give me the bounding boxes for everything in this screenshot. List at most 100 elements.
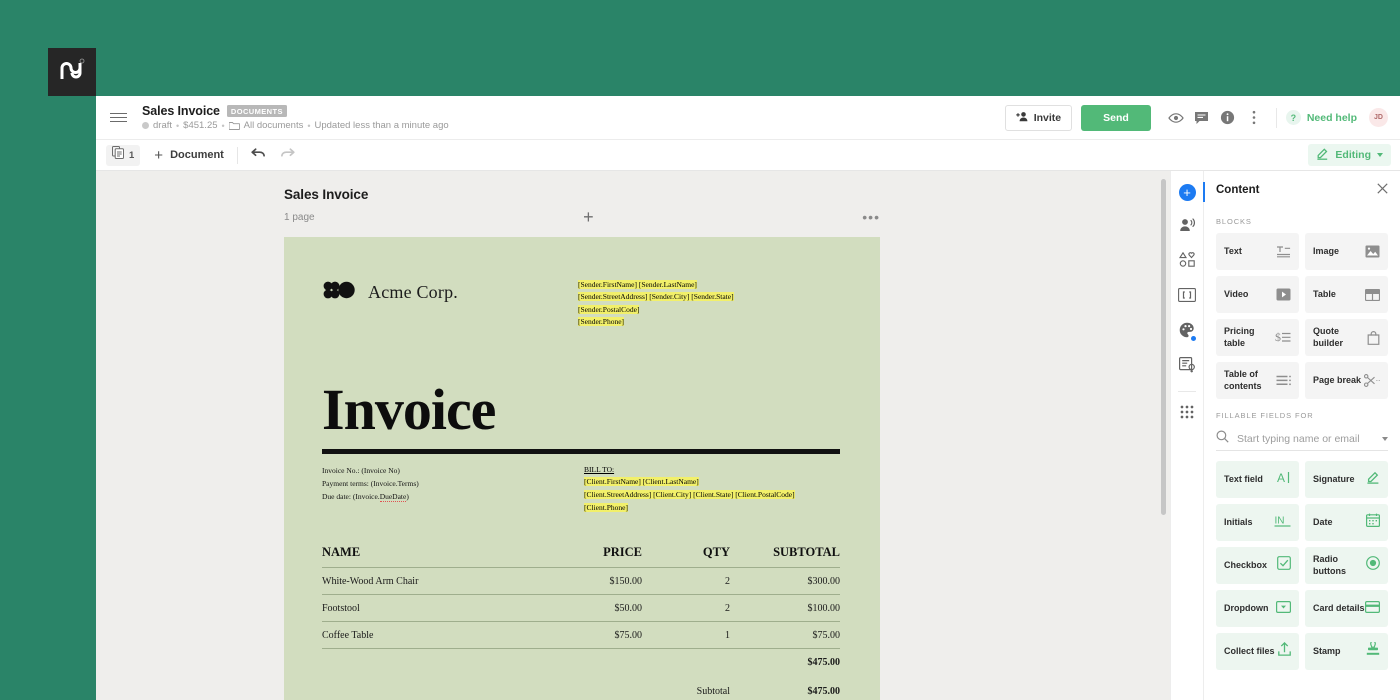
- pricing-table[interactable]: NAME PRICE QTY SUBTOTAL White-Wood Arm C…: [322, 545, 840, 700]
- canvas-add-icon[interactable]: +: [583, 208, 594, 226]
- block-pricing-table[interactable]: Pricing table $: [1216, 319, 1299, 356]
- block-table[interactable]: Table: [1305, 276, 1388, 313]
- recipients-icon: [1179, 217, 1196, 237]
- svg-text:A: A: [1277, 471, 1285, 484]
- field-radio-buttons[interactable]: Radio buttons: [1305, 547, 1388, 584]
- pages-count-value: 1: [129, 149, 135, 161]
- block-video[interactable]: Video: [1216, 276, 1299, 313]
- sidebar-item-add-block[interactable]: +: [1174, 179, 1205, 205]
- block-pricing-table-label: Pricing table: [1224, 326, 1255, 348]
- subtotal-value: $475.00: [807, 685, 841, 697]
- block-image[interactable]: Image: [1305, 233, 1388, 270]
- svg-text:$: $: [1275, 331, 1281, 344]
- sidebar-item-apps[interactable]: [1174, 401, 1200, 427]
- sidebar-item-workflow[interactable]: [1174, 354, 1200, 380]
- invoice-brand-row: Acme Corp. [Sender.FirstName] [Sender.La…: [322, 275, 840, 329]
- collect-files-icon: [1278, 641, 1291, 661]
- rail-divider: [1178, 391, 1196, 392]
- pandadoc-logo: [48, 48, 96, 96]
- initials-icon: IN: [1274, 514, 1291, 532]
- field-date[interactable]: Date: [1305, 504, 1388, 541]
- item-name: Footstool: [322, 593, 522, 621]
- sidebar-item-theme[interactable]: [1174, 319, 1200, 345]
- hamburger-menu-icon[interactable]: [96, 96, 140, 140]
- item-name: Coffee Table: [322, 620, 522, 648]
- field-checkbox[interactable]: Checkbox: [1216, 547, 1299, 584]
- editor-sidebar-rail: +: [1170, 171, 1205, 700]
- info-icon[interactable]: [1215, 105, 1241, 131]
- sidebar-item-variables[interactable]: [1174, 284, 1200, 310]
- canvas-more-icon[interactable]: •••: [862, 210, 880, 224]
- invoice-number-line: Invoice No.: (Invoice No): [322, 465, 400, 475]
- separator-dot: •: [307, 120, 311, 131]
- invite-button[interactable]: Invite: [1004, 104, 1073, 131]
- block-text-label: Text: [1224, 245, 1242, 256]
- editing-mode-dropdown[interactable]: Editing: [1308, 144, 1391, 166]
- video-block-icon: [1276, 288, 1291, 301]
- client-line: [Client.FirstName] [Client.LastName]: [584, 477, 699, 487]
- acme-logo-icon: [322, 281, 356, 304]
- company-branding: Acme Corp.: [322, 275, 458, 304]
- block-table-of-contents[interactable]: Table of contents: [1216, 362, 1299, 399]
- need-help-button[interactable]: ? Need help: [1285, 110, 1357, 125]
- field-stamp[interactable]: Stamp: [1305, 633, 1388, 670]
- bill-to-label: BILL TO:: [584, 464, 615, 474]
- stamp-icon: [1366, 640, 1380, 661]
- subtotal-label: Subtotal: [696, 685, 730, 697]
- field-text-field[interactable]: Text field A: [1216, 461, 1299, 498]
- undo-redo-group: [251, 146, 295, 164]
- doc-folder-name[interactable]: All documents: [244, 120, 304, 131]
- send-button[interactable]: Send: [1081, 104, 1151, 131]
- undo-icon[interactable]: [251, 146, 266, 164]
- field-dropdown[interactable]: Dropdown: [1216, 590, 1299, 627]
- block-video-label: Video: [1224, 288, 1249, 299]
- search-input[interactable]: [1237, 432, 1374, 445]
- active-indicator: [1203, 182, 1205, 202]
- avatar[interactable]: JD: [1369, 108, 1388, 127]
- close-icon[interactable]: [1377, 183, 1388, 196]
- invoice-page[interactable]: Acme Corp. [Sender.FirstName] [Sender.La…: [284, 237, 880, 700]
- pages-count-button[interactable]: 1: [106, 144, 141, 166]
- redo-icon[interactable]: [280, 146, 295, 164]
- table-row[interactable]: White-Wood Arm Chair $150.00 2 $300.00: [322, 566, 840, 594]
- shapes-icon: [1178, 251, 1196, 272]
- question-mark-icon: ?: [1285, 110, 1301, 125]
- item-subtotal: $75.00: [730, 620, 840, 648]
- total-spacer: [522, 647, 642, 675]
- comment-icon[interactable]: [1189, 105, 1215, 131]
- checkbox-icon: [1277, 556, 1291, 575]
- field-radio-buttons-label: Radio buttons: [1313, 554, 1346, 576]
- sidebar-item-shapes[interactable]: [1174, 249, 1200, 275]
- folder-icon: [228, 121, 240, 131]
- total-spacer: [642, 647, 730, 675]
- recipient-search[interactable]: [1216, 427, 1388, 451]
- block-page-break[interactable]: Page break: [1305, 362, 1388, 399]
- editor-toolbar: 1 + Document Editing: [96, 140, 1400, 171]
- field-signature[interactable]: Signature: [1305, 461, 1388, 498]
- eye-icon[interactable]: [1163, 105, 1189, 131]
- draft-status-dot: [142, 122, 149, 130]
- field-card-details[interactable]: Card details: [1305, 590, 1388, 627]
- block-text[interactable]: Text: [1216, 233, 1299, 270]
- column-header-subtotal: SUBTOTAL: [773, 544, 840, 559]
- need-help-label: Need help: [1306, 111, 1357, 124]
- sidebar-item-recipients[interactable]: [1174, 214, 1200, 240]
- add-document-button[interactable]: + Document: [154, 148, 224, 163]
- field-initials[interactable]: Initials IN: [1216, 504, 1299, 541]
- subtotal-row: Subtotal $475.00: [322, 675, 840, 700]
- field-collect-files[interactable]: Collect files: [1216, 633, 1299, 670]
- table-row[interactable]: Footstool $50.00 2 $100.00: [322, 593, 840, 621]
- document-canvas[interactable]: Sales Invoice 1 page + ••• Acme Corp. [S…: [96, 171, 1170, 700]
- client-line: [Client.StreetAddress] [Client.City] [Cl…: [584, 490, 795, 499]
- fillable-fields-grid: Text field A Signature Initials IN Date …: [1216, 461, 1388, 670]
- chevron-down-icon[interactable]: [1382, 436, 1388, 441]
- block-quote-builder[interactable]: Quote builder: [1305, 319, 1388, 356]
- field-card-details-label: Card details: [1313, 602, 1365, 613]
- canvas-scrollbar[interactable]: [1161, 179, 1166, 515]
- more-vertical-icon[interactable]: [1241, 105, 1267, 131]
- invoice-divider-rule: [322, 448, 840, 454]
- table-row[interactable]: Coffee Table $75.00 1 $75.00: [322, 620, 840, 648]
- date-icon: [1366, 513, 1381, 532]
- add-document-label: Document: [170, 149, 224, 161]
- card-details-icon: [1365, 600, 1381, 618]
